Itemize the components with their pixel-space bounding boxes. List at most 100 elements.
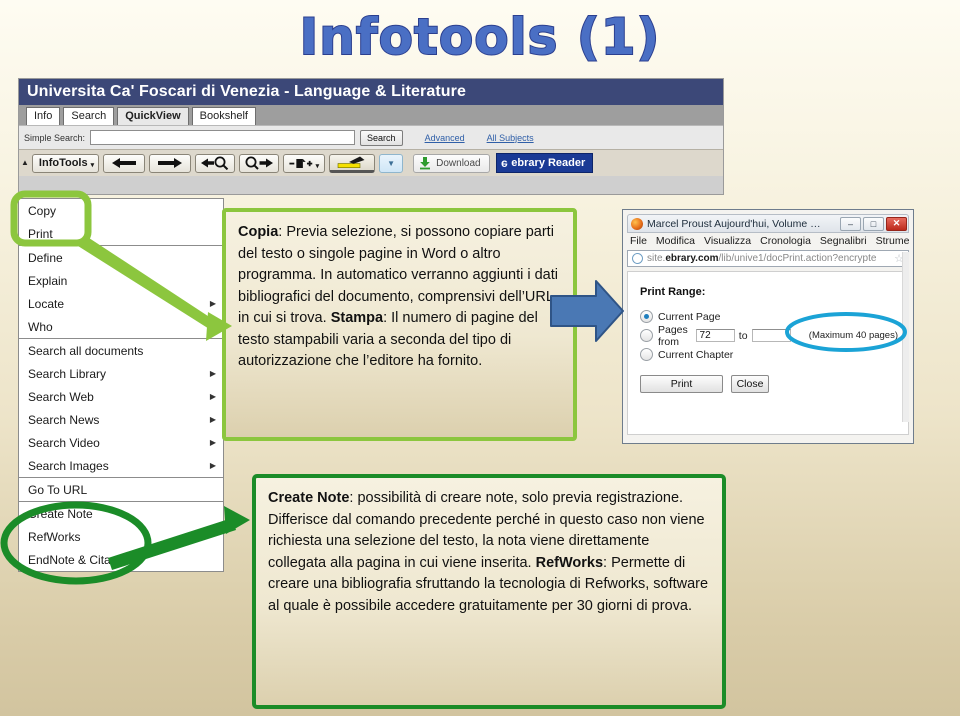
menu-group-clipboard: Copy Print <box>19 199 223 246</box>
simple-search-label: Simple Search: <box>24 132 86 143</box>
menu-item-search-all-documents[interactable]: Search all documents <box>19 339 223 362</box>
radio-row-current-page[interactable]: Current Page <box>640 309 898 324</box>
menu-group-reference: Define Explain Locate ▶ Who ▶ <box>19 246 223 339</box>
zoom-out-icon <box>201 156 229 170</box>
maximize-button[interactable]: □ <box>863 216 884 231</box>
menu-item-locate[interactable]: Locate ▶ <box>19 292 223 315</box>
menu-item-label: Search Library <box>28 366 107 381</box>
ebrary-tab-bar: Info Search QuickView Bookshelf <box>19 105 723 125</box>
infotools-button-label: InfoTools <box>38 157 88 169</box>
menu-item-define[interactable]: Define <box>19 246 223 269</box>
radio-current-page[interactable] <box>640 310 653 323</box>
menu-item-go-to-url[interactable]: Go To URL <box>19 478 223 501</box>
tab-search[interactable]: Search <box>63 107 115 125</box>
menu-item-label: Search Video <box>28 435 100 450</box>
menu-item-label: Copy <box>28 203 57 218</box>
menu-item-refworks[interactable]: RefWorks <box>19 525 223 548</box>
search-input[interactable] <box>90 130 356 145</box>
tab-quickview[interactable]: QuickView <box>117 107 189 125</box>
page-size-icon <box>289 158 313 168</box>
print-window-scroll-strip[interactable] <box>902 252 909 422</box>
chevron-down-icon: ▾ <box>90 161 95 169</box>
all-subjects-link[interactable]: All Subjects <box>487 133 534 143</box>
menu-item-explain[interactable]: Explain <box>19 269 223 292</box>
dark-green-arrow-head <box>224 506 250 534</box>
chevron-down-icon: ▾ <box>315 162 320 170</box>
menu-item-label: Print <box>28 226 53 241</box>
menu-group-notes: Create Note RefWorks EndNote & Citavi <box>19 502 223 571</box>
page-zoom-stepper[interactable]: ▾ <box>283 153 326 173</box>
menu-item-search-images[interactable]: Search Images ▶ <box>19 454 223 477</box>
menu-item-label: Search all documents <box>28 343 144 358</box>
radio-row-current-chapter[interactable]: Current Chapter <box>640 347 898 362</box>
menu-item-label: Search Web <box>28 389 94 404</box>
menu-item-who[interactable]: Who ▶ <box>19 315 223 338</box>
menu-cronologia[interactable]: Cronologia <box>760 235 811 247</box>
pages-to-label: to <box>738 329 748 342</box>
advanced-search-link[interactable]: Advanced <box>425 133 465 143</box>
radio-row-pages-from[interactable]: Pages from 72 to (Maximum 40 pages) <box>640 324 899 348</box>
menu-segnalibri[interactable]: Segnalibri <box>820 235 867 247</box>
menu-item-label: EndNote & Citavi <box>28 552 120 567</box>
menu-item-create-note[interactable]: Create Note <box>19 502 223 525</box>
download-label: Download <box>436 157 481 169</box>
tab-bookshelf[interactable]: Bookshelf <box>191 107 256 125</box>
left-arrow-icon <box>112 158 137 168</box>
tab-info[interactable]: Info <box>26 107 61 125</box>
max-pages-note: (Maximum 40 pages) <box>808 330 899 341</box>
toolbar-collapse-icon[interactable]: ▲ <box>21 159 29 167</box>
close-dialog-button[interactable]: Close <box>731 375 769 393</box>
menu-modifica[interactable]: Modifica <box>656 235 695 247</box>
menu-item-search-video[interactable]: Search Video ▶ <box>19 431 223 454</box>
zoom-in-icon <box>245 156 274 170</box>
submenu-arrow-icon: ▶ <box>209 321 216 331</box>
ebrary-search-bar: Simple Search: Search Advanced All Subje… <box>19 125 723 149</box>
radio-label-current-chapter: Current Chapter <box>658 348 734 361</box>
url-domain: ebrary.com <box>665 253 719 264</box>
pages-from-input[interactable]: 72 <box>695 329 735 342</box>
menu-item-label: RefWorks <box>28 529 81 544</box>
radio-current-chapter[interactable] <box>640 348 653 361</box>
download-icon <box>420 157 431 170</box>
menu-item-endnote-citavi[interactable]: EndNote & Citavi <box>19 548 223 571</box>
ebrary-logo-icon: ə <box>500 156 508 170</box>
submenu-arrow-icon: ▶ <box>209 391 216 401</box>
ebrary-reader-label: ebrary Reader <box>511 157 586 169</box>
pages-to-input[interactable] <box>751 329 791 342</box>
previous-page-button[interactable] <box>103 153 146 173</box>
callout-term-copia: Copia <box>238 224 279 240</box>
next-page-button[interactable] <box>149 153 192 173</box>
print-button[interactable]: Print <box>640 375 723 393</box>
menu-visualizza[interactable]: Visualizza <box>704 235 751 247</box>
slide-title: Infotools (1) <box>299 7 661 67</box>
minimize-button[interactable]: – <box>840 216 861 231</box>
menu-strumenti[interactable]: Strume <box>876 235 909 247</box>
zoom-out-button[interactable] <box>195 153 236 173</box>
callout-term-refworks: RefWorks <box>535 554 604 571</box>
menu-item-print[interactable]: Print <box>19 222 223 245</box>
menu-item-search-news[interactable]: Search News ▶ <box>19 408 223 431</box>
address-bar[interactable]: site.ebrary.com/lib/unive1/docPrint.acti… <box>627 250 909 267</box>
menu-item-label: Define <box>28 250 63 265</box>
filter-dropdown-button[interactable]: ▼ <box>379 153 404 173</box>
highlighter-button[interactable] <box>329 153 376 173</box>
menu-file[interactable]: File <box>630 235 647 247</box>
print-range-heading: Print Range: <box>640 286 706 298</box>
menu-item-search-library[interactable]: Search Library ▶ <box>19 362 223 385</box>
download-button[interactable]: Download <box>413 153 490 173</box>
infotools-button[interactable]: InfoTools ▾ <box>31 153 100 173</box>
infotools-dropdown-menu: Copy Print Define Explain Locate ▶ Who ▶ <box>18 198 224 572</box>
address-bar-url: site.ebrary.com/lib/unive1/docPrint.acti… <box>647 253 894 264</box>
ebrary-reader-button[interactable]: ə ebrary Reader <box>495 153 594 173</box>
menu-item-label: Search News <box>28 412 100 427</box>
menu-item-copy[interactable]: Copy <box>19 199 223 222</box>
radio-pages-from[interactable] <box>640 329 653 342</box>
menu-item-label: Who <box>28 319 53 334</box>
zoom-in-button[interactable] <box>239 153 280 173</box>
menu-item-search-web[interactable]: Search Web ▶ <box>19 385 223 408</box>
callout-create-note-refworks: Create Note: possibilità di creare note,… <box>252 474 726 709</box>
menu-item-label: Locate <box>28 296 65 311</box>
print-dialog-content: Print Range: Current Page Pages from 72 … <box>627 271 909 435</box>
search-button[interactable]: Search <box>360 129 403 146</box>
close-button[interactable]: ✕ <box>886 216 907 231</box>
